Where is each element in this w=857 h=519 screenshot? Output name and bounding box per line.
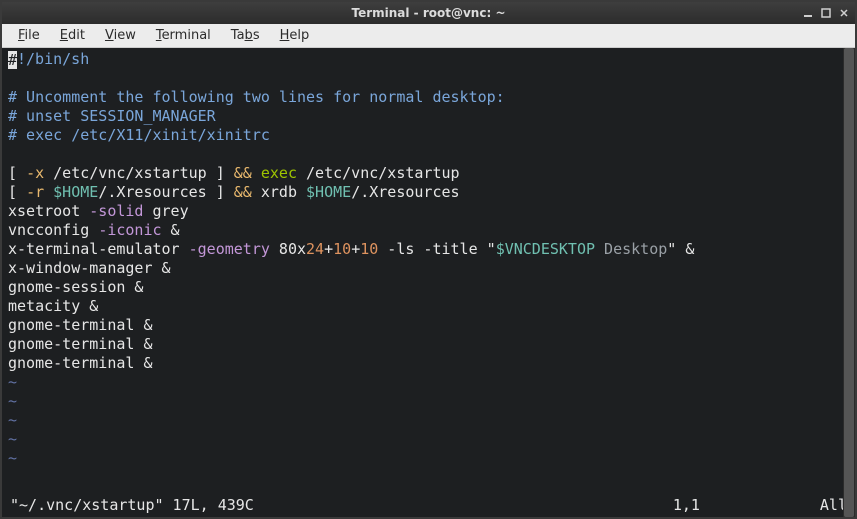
cursor: #: [8, 51, 17, 69]
maximize-button[interactable]: [819, 6, 833, 20]
status-filename: "~/.vnc/xstartup" 17L, 439C: [10, 496, 254, 515]
scrollbar-thumb[interactable]: [844, 48, 854, 517]
code-line: x-terminal-emulator -geometry 80x24+10+1…: [8, 240, 847, 259]
code-line: metacity &: [8, 297, 847, 316]
menu-view[interactable]: View: [97, 26, 144, 45]
menu-edit[interactable]: Edit: [52, 26, 93, 45]
empty-line-tilde: ~: [8, 392, 847, 411]
window-controls: [801, 6, 851, 20]
code-line: gnome-terminal &: [8, 335, 847, 354]
terminal-viewport[interactable]: #!/bin/sh # Uncomment the following two …: [2, 48, 855, 517]
empty-line-tilde: ~: [8, 430, 847, 449]
vim-status-line: "~/.vnc/xstartup" 17L, 439C 1,1 All: [10, 496, 847, 515]
status-cursor: 1,1: [673, 496, 820, 515]
terminal-window: Terminal - root@vnc: ~ File Edit View Te…: [0, 0, 857, 519]
menu-help[interactable]: Help: [272, 26, 318, 45]
code-line: # exec /etc/X11/xinit/xinitrc: [8, 126, 847, 145]
code-line: gnome-terminal &: [8, 316, 847, 335]
window-title: Terminal - root@vnc: ~: [351, 6, 505, 20]
code-line: [8, 69, 847, 88]
code-line: gnome-session &: [8, 278, 847, 297]
titlebar[interactable]: Terminal - root@vnc: ~: [2, 2, 855, 24]
code-line: [ -r $HOME/.Xresources ] && xrdb $HOME/.…: [8, 183, 847, 202]
code-line: x-window-manager &: [8, 259, 847, 278]
code-line: #!/bin/sh: [8, 50, 847, 69]
menu-file[interactable]: File: [10, 26, 48, 45]
code-line: [ -x /etc/vnc/xstartup ] && exec /etc/vn…: [8, 164, 847, 183]
code-line: [8, 145, 847, 164]
menu-tabs[interactable]: Tabs: [223, 26, 268, 45]
code-line: gnome-terminal &: [8, 354, 847, 373]
code-line: # Uncomment the following two lines for …: [8, 88, 847, 107]
menu-terminal[interactable]: Terminal: [148, 26, 219, 45]
scrollbar[interactable]: [843, 48, 855, 517]
empty-line-tilde: ~: [8, 449, 847, 468]
code-line: vncconfig -iconic &: [8, 221, 847, 240]
empty-line-tilde: ~: [8, 411, 847, 430]
terminal-content: #!/bin/sh # Uncomment the following two …: [2, 48, 855, 470]
close-button[interactable]: [837, 6, 851, 20]
minimize-button[interactable]: [801, 6, 815, 20]
empty-line-tilde: ~: [8, 373, 847, 392]
code-line: # unset SESSION_MANAGER: [8, 107, 847, 126]
menubar: File Edit View Terminal Tabs Help: [2, 24, 855, 48]
code-line: xsetroot -solid grey: [8, 202, 847, 221]
